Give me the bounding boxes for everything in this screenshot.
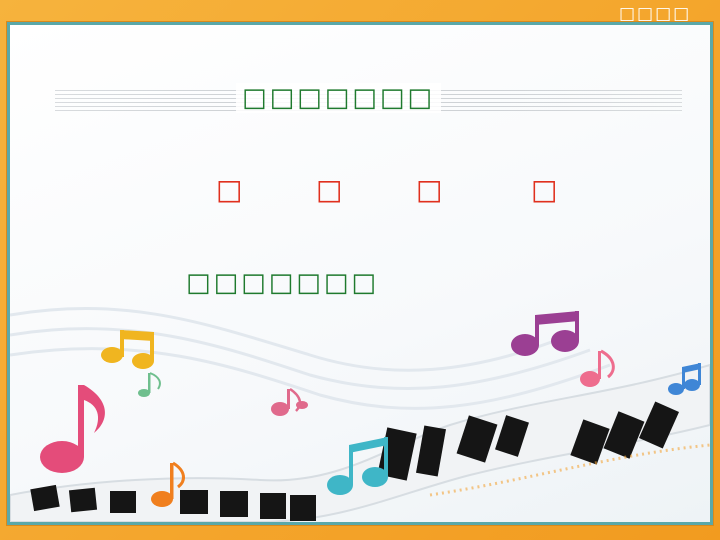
slide-subtitle: □□□□□□□ <box>186 268 379 298</box>
music-note-green-icon <box>138 372 161 397</box>
glyph-1: □ <box>216 173 243 206</box>
glyph-4: □ <box>531 173 558 206</box>
corner-mark: □□□□ <box>619 4 692 24</box>
music-note-purple-icon <box>511 311 579 356</box>
music-note-magenta-small-icon <box>271 387 308 416</box>
music-note-pink-icon <box>40 385 105 473</box>
slide-title: □□□□□□□ <box>236 83 441 113</box>
swoosh-lines <box>10 307 611 410</box>
slide-card: □□□□□□□ □ □ □ □ □□□□□□□ <box>7 22 713 525</box>
glyph-3: □ <box>416 173 443 206</box>
glyph-2: □ <box>316 173 343 206</box>
